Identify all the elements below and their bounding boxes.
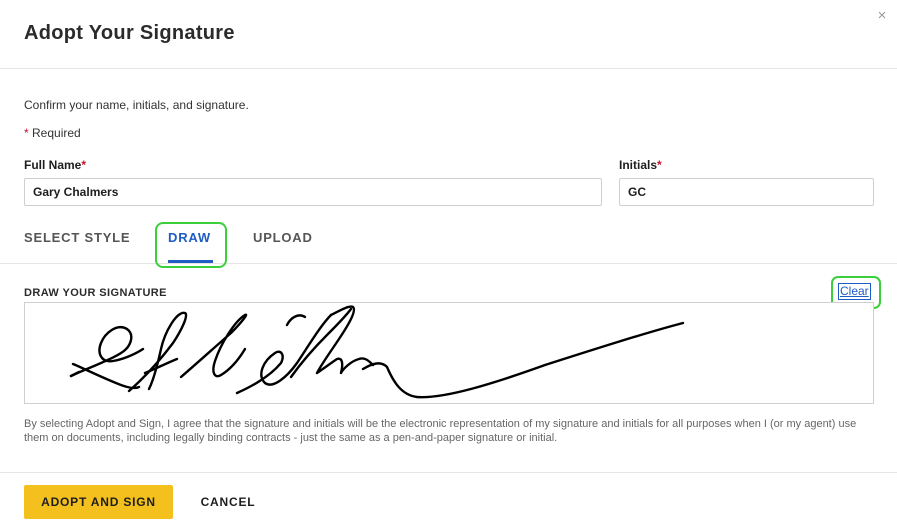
initials-label: Initials* <box>619 158 662 172</box>
adopt-signature-dialog: Adopt Your Signature × Confirm your name… <box>0 0 897 528</box>
draw-tab-highlight <box>155 222 227 268</box>
draw-signature-label: DRAW YOUR SIGNATURE <box>24 287 167 299</box>
cancel-button[interactable]: CANCEL <box>190 485 266 519</box>
signature-tabs: SELECT STYLE DRAW UPLOAD <box>0 222 897 268</box>
tab-select-style[interactable]: SELECT STYLE <box>24 230 130 245</box>
drawn-signature <box>69 305 685 399</box>
initials-required-star: * <box>657 158 662 172</box>
intro-text: Confirm your name, initials, and signatu… <box>24 98 249 112</box>
close-icon[interactable]: × <box>874 8 890 24</box>
adopt-and-sign-button[interactable]: ADOPT AND SIGN <box>24 485 173 519</box>
dialog-title: Adopt Your Signature <box>24 22 235 44</box>
signature-pad[interactable] <box>24 302 874 404</box>
required-note: * Required <box>24 126 81 140</box>
initials-input[interactable] <box>619 178 874 206</box>
initials-label-text: Initials <box>619 158 658 172</box>
dialog-header: Adopt Your Signature × <box>0 0 897 69</box>
legal-disclaimer: By selecting Adopt and Sign, I agree tha… <box>24 418 857 444</box>
full-name-required-star: * <box>81 158 87 172</box>
clear-button[interactable]: Clear <box>838 283 871 300</box>
full-name-label-text: Full Name <box>24 158 82 172</box>
tab-upload[interactable]: UPLOAD <box>253 230 313 245</box>
required-text: Required <box>28 126 81 140</box>
full-name-label: Full Name* <box>24 158 86 172</box>
full-name-input[interactable] <box>24 178 602 206</box>
